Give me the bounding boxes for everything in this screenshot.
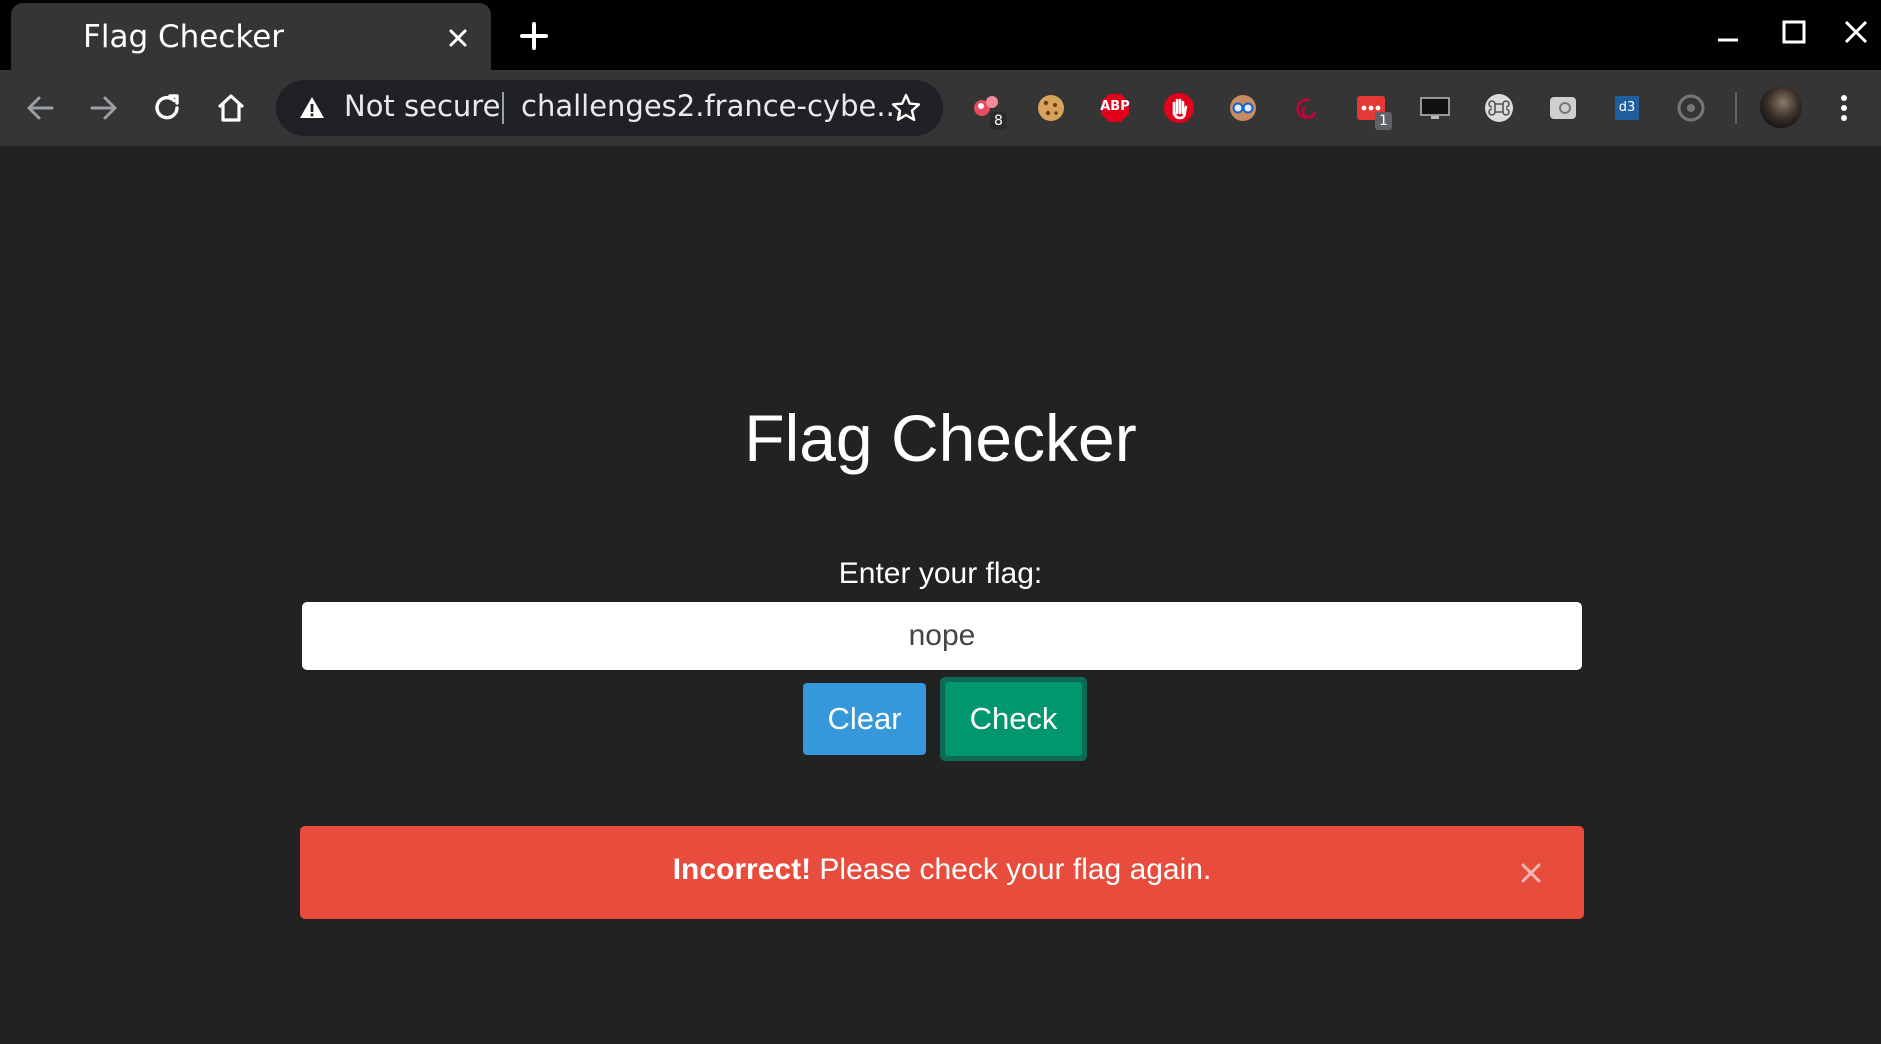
not-secure-label[interactable]: Not secure bbox=[344, 89, 500, 123]
new-tab-plus-icon[interactable] bbox=[518, 20, 550, 52]
alert-close-icon[interactable] bbox=[1518, 860, 1544, 886]
warning-triangle-icon[interactable] bbox=[298, 94, 326, 122]
alert-strong: Incorrect! bbox=[672, 853, 812, 886]
grey-circle-icon bbox=[1677, 94, 1705, 122]
hand-stop-extension[interactable] bbox=[1163, 92, 1195, 124]
alert-text: Incorrect! Please check your flag again. bbox=[300, 853, 1584, 887]
monitor-extension[interactable] bbox=[1419, 92, 1451, 124]
grey-badge-icon bbox=[1550, 97, 1576, 119]
debian-swirl-extension[interactable] bbox=[1291, 92, 1323, 124]
cookie-icon bbox=[1038, 95, 1064, 121]
abp-label: ABP bbox=[1100, 99, 1130, 114]
extension-icon[interactable]: 8 bbox=[970, 92, 1007, 130]
hand-stop-icon bbox=[1164, 93, 1194, 123]
url-text[interactable]: challenges2.france-cybe... bbox=[521, 89, 904, 123]
kebab-menu-icon[interactable] bbox=[1832, 90, 1856, 126]
profile-avatar[interactable] bbox=[1760, 86, 1802, 128]
clear-button[interactable]: Clear bbox=[803, 683, 926, 755]
glasses-face-icon bbox=[1230, 95, 1256, 121]
cookie-extension[interactable] bbox=[1035, 92, 1067, 124]
grey-badge-extension[interactable] bbox=[1547, 92, 1579, 124]
extension-badge: 1 bbox=[1375, 112, 1392, 130]
omnibox-divider bbox=[502, 92, 504, 124]
command-key-extension[interactable] bbox=[1483, 92, 1515, 124]
red-dots-extension[interactable]: 1 bbox=[1355, 92, 1392, 130]
check-button[interactable]: Check bbox=[940, 677, 1087, 761]
glasses-face-extension[interactable] bbox=[1227, 92, 1259, 124]
minimize-icon[interactable] bbox=[1708, 14, 1748, 54]
extension-badge: 8 bbox=[990, 112, 1007, 130]
error-alert: Incorrect! Please check your flag again. bbox=[300, 826, 1584, 919]
grey-circle-extension[interactable] bbox=[1675, 92, 1707, 124]
browser-tab[interactable]: Flag Checker bbox=[11, 3, 491, 71]
alert-message: Please check your flag again. bbox=[811, 853, 1212, 886]
tab-strip: Flag Checker bbox=[0, 0, 1881, 71]
window-close-icon[interactable] bbox=[1836, 14, 1876, 54]
page-title: Flag Checker bbox=[744, 401, 1137, 475]
tab-title: Flag Checker bbox=[83, 19, 285, 55]
maximize-icon[interactable] bbox=[1774, 14, 1814, 54]
adblock-plus-extension[interactable]: ABP bbox=[1099, 92, 1131, 124]
debian-swirl-icon bbox=[1296, 98, 1317, 119]
back-arrow-icon[interactable] bbox=[22, 90, 58, 126]
monitor-icon bbox=[1420, 97, 1450, 119]
command-key-icon bbox=[1485, 94, 1513, 122]
home-icon[interactable] bbox=[213, 90, 249, 126]
flag-input[interactable] bbox=[302, 602, 1582, 670]
toolbar-divider bbox=[1735, 92, 1737, 124]
close-icon[interactable] bbox=[443, 23, 473, 53]
d3-extension[interactable]: d3 bbox=[1611, 92, 1643, 124]
flag-input-label: Enter your flag: bbox=[838, 557, 1043, 590]
d3-label: d3 bbox=[1618, 100, 1636, 115]
reload-icon[interactable] bbox=[149, 90, 185, 126]
bookmark-star-icon[interactable] bbox=[890, 92, 922, 124]
check-button-label: Check bbox=[969, 701, 1058, 736]
forward-arrow-icon[interactable] bbox=[86, 90, 122, 126]
address-bar[interactable]: Not secure challenges2.france-cybe... bbox=[276, 80, 943, 136]
